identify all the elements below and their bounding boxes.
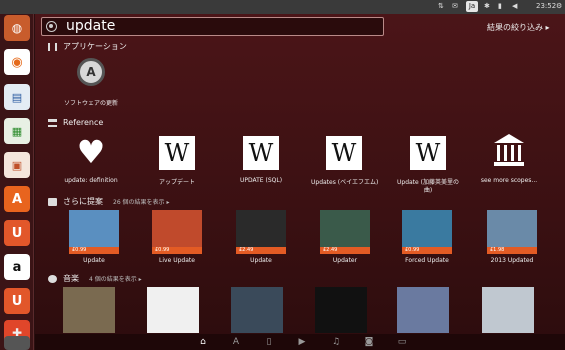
reference-result-label-line2: 曲) [423,187,433,194]
suggestion-label: Update [83,257,105,264]
album-cover: £1.98 [487,210,537,254]
impress-icon[interactable]: ▣ [4,152,30,178]
price-badge: £1.98 [487,247,537,254]
suggestion-label: Update [250,257,272,264]
building-icon [492,134,526,168]
clock[interactable]: 23:52 [536,2,556,10]
suggestion-result[interactable]: £1.98 2013 Updated [483,210,541,270]
firefox-icon[interactable]: ◉ [4,49,30,75]
calc-icon[interactable]: ▦ [4,118,30,144]
suggestion-result[interactable]: £0.99 Update [65,210,123,270]
wikipedia-icon: W [326,136,362,170]
album-cover: £0.99 [69,210,119,254]
suggestion-label: Updater [332,257,358,264]
heart-icon: ♥ [76,133,106,171]
reference-result-label: Updates (ベイエフエム) [311,179,379,186]
price-badge: £0.99 [152,247,202,254]
music-result-album-cover[interactable] [147,287,199,333]
album-cover: £2.49 [236,210,286,254]
network-icon[interactable]: ⇅ [438,2,444,10]
music-result-album-cover[interactable] [315,287,367,333]
category-applications[interactable]: アプリケーション [48,41,127,52]
music-result-album-cover[interactable] [482,287,534,333]
app-result-software-updater[interactable]: A ソフトウェアの更新 [59,58,123,108]
launcher: ◍ ◉ ▤ ▦ ▣ A U a U ✚ [0,14,34,350]
filter-results-button[interactable]: 結果の絞り込み ▸ [487,22,550,33]
trash-icon[interactable] [4,336,30,350]
reference-result-label: UPDATE (SQL) [239,177,283,184]
photos-lens-icon[interactable]: ◙ [364,337,374,347]
wikipedia-icon: W [159,136,195,170]
category-title: アプリケーション [63,42,127,51]
suggestion-label: Forced Update [405,257,449,264]
applications-category-icon [48,42,57,51]
apps-lens-icon[interactable]: A [231,337,241,347]
price-badge: £2.49 [236,247,286,254]
video-lens-icon[interactable]: ▶ [297,337,307,347]
album-cover: £0.99 [402,210,452,254]
price-badge: £2.49 [320,247,370,254]
price-badge: £0.99 [69,247,119,254]
social-lens-icon[interactable]: ▭ [397,337,407,347]
search-input[interactable]: update [66,18,115,35]
bluetooth-icon[interactable]: ✱ [484,2,490,10]
reference-result[interactable]: ♥ update: definition [59,134,123,184]
battery-icon[interactable]: ▮ [498,2,502,10]
software-updater-icon: A [77,58,105,86]
messaging-icon[interactable]: ✉ [452,2,458,10]
category-title: さらに提案 [63,197,103,206]
music-result-album-cover[interactable] [63,287,115,333]
suggestion-label: 2013 Updated [490,257,534,264]
shopping-bag-icon [48,197,57,206]
category-count[interactable]: 4 個の結果を表示 ▸ [89,274,142,283]
category-reference[interactable]: Reference [48,118,103,127]
software-center-icon[interactable]: A [4,186,30,212]
suggestion-result[interactable]: £0.99 Live Update [148,210,206,270]
album-cover: £2.49 [320,210,370,254]
music-result-album-cover[interactable] [231,287,283,333]
wikipedia-icon: W [243,136,279,170]
volume-icon[interactable]: ◀ [512,2,517,10]
music-category-icon [48,274,57,283]
files-lens-icon[interactable]: ▯ [264,337,274,347]
lens-bar: ⌂ A ▯ ▶ ♫ ◙ ▭ [35,334,565,350]
suggestion-label: Live Update [159,257,195,264]
suggestion-result[interactable]: £0.99 Forced Update [398,210,456,270]
ubuntu-one-music-icon[interactable]: U [4,288,30,314]
search-field[interactable]: update [41,17,384,36]
category-title: Reference [63,118,104,127]
reference-result[interactable]: W Updates (ベイエフエム) [311,136,379,186]
ubuntu-one-icon[interactable]: U [4,220,30,246]
search-icon [46,21,57,32]
dash: update 結果の絞り込み ▸ アプリケーション A ソフトウェアの更新 Re… [35,14,565,350]
wikipedia-icon: W [410,136,446,170]
music-lens-icon[interactable]: ♫ [331,337,341,347]
reference-result[interactable]: W UPDATE (SQL) [229,136,293,186]
reference-result-label: update: definition [64,177,118,184]
keyboard-indicator[interactable]: Ja [466,1,478,12]
dash-home-icon[interactable]: ◍ [4,15,30,41]
gear-icon[interactable]: ⚙ [556,2,562,10]
album-cover: £0.99 [152,210,202,254]
category-count[interactable]: 26 個の結果を表示 ▸ [113,197,169,206]
category-title: 音楽 [63,274,79,283]
reference-result[interactable]: W アップデート [145,136,209,186]
reference-category-icon [48,118,57,127]
writer-icon[interactable]: ▤ [4,84,30,110]
reference-result-label: アップデート [158,179,195,186]
category-music[interactable]: 音楽 4 個の結果を表示 ▸ [48,273,142,284]
reference-result[interactable]: see more scopes... [475,134,543,184]
reference-result-label: see more scopes... [480,177,538,184]
app-result-label: ソフトウェアの更新 [63,100,118,107]
reference-result[interactable]: W Update (加藤英美里の 曲) [393,136,463,194]
music-result-album-cover[interactable] [397,287,449,333]
suggestion-result[interactable]: £2.49 Update [232,210,290,270]
amazon-icon[interactable]: a [4,254,30,280]
home-lens-icon[interactable]: ⌂ [198,337,208,347]
suggestion-result[interactable]: £2.49 Updater [316,210,374,270]
category-suggestions[interactable]: さらに提案 26 個の結果を表示 ▸ [48,196,169,207]
price-badge: £0.99 [402,247,452,254]
top-panel: ⇅ ✉ Ja ✱ ▮ ◀ 23:52 ⚙ [0,0,565,14]
